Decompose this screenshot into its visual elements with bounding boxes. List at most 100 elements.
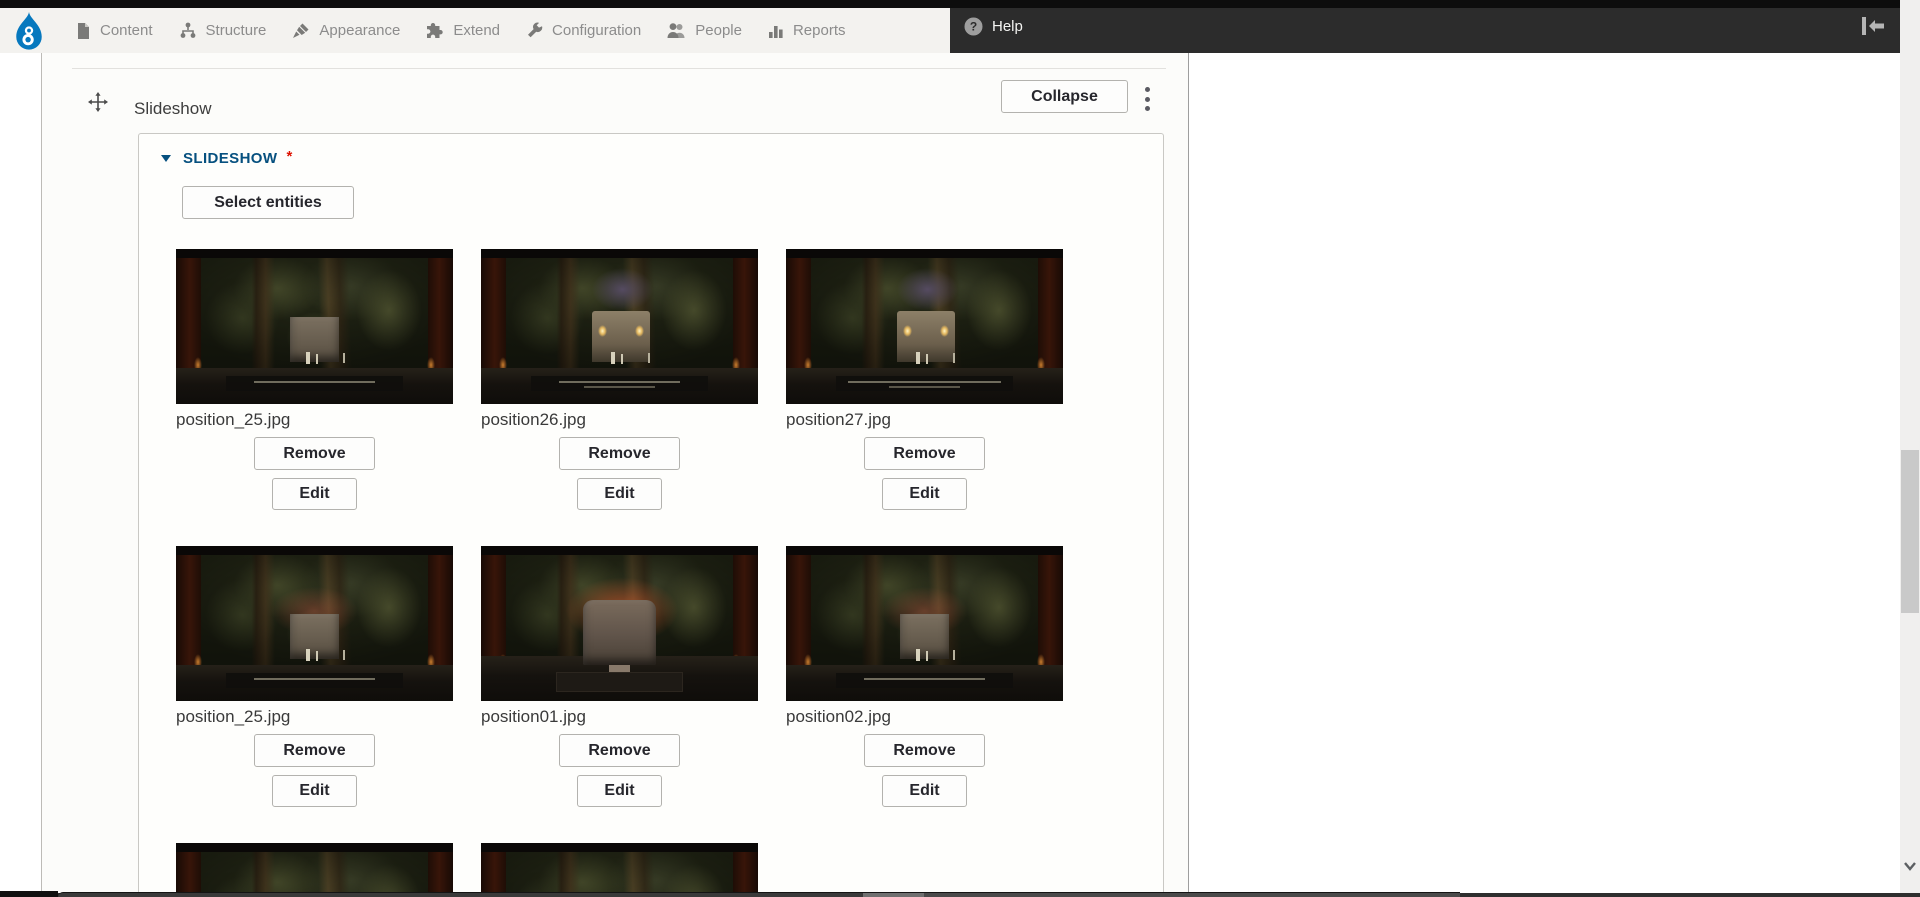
drag-handle-icon[interactable] — [88, 92, 108, 112]
toolbar-item-label: Configuration — [552, 22, 641, 39]
tile-filename: position27.jpg — [786, 410, 1063, 429]
stage-sky — [592, 268, 653, 311]
stage-panel — [556, 672, 683, 692]
subtitle-bar — [836, 376, 1013, 391]
toolbar-item-configuration[interactable]: Configuration — [513, 8, 654, 53]
toolbar-item-label: Help — [992, 18, 1023, 35]
edit-button[interactable]: Edit — [882, 478, 967, 510]
subtitle-bar — [531, 376, 708, 391]
edit-button[interactable]: Edit — [577, 478, 662, 510]
edit-button[interactable]: Edit — [882, 775, 967, 807]
toolbar-item-people[interactable]: People — [654, 8, 755, 53]
stage-backdrop — [198, 851, 431, 897]
proscenium-top — [176, 249, 453, 258]
stage-figures — [916, 649, 920, 661]
edit-button[interactable]: Edit — [272, 478, 357, 510]
tile-filename: position_25.jpg — [176, 707, 453, 726]
proscenium-top — [481, 249, 758, 258]
bottom-sheet-segment — [924, 893, 1460, 897]
slideshow-items-grid: position_25.jpg Remove Edit position26.j… — [176, 249, 1063, 897]
scrollbar-thumb[interactable] — [1901, 450, 1919, 613]
toolbar-item-label: Reports — [793, 22, 846, 39]
tile-filename: position26.jpg — [481, 410, 758, 429]
chevron-down-icon[interactable] — [1903, 858, 1917, 874]
stage-structure — [583, 600, 655, 665]
proscenium-top — [786, 546, 1063, 555]
toolbar-item-appearance[interactable]: Appearance — [279, 8, 413, 53]
toolbar-top-strip — [0, 0, 1900, 8]
vertical-scrollbar[interactable] — [1900, 0, 1920, 897]
puzzle-icon — [426, 22, 444, 39]
stage-hut — [592, 311, 650, 362]
stage-backdrop — [503, 851, 736, 897]
slide-thumbnail-image — [786, 249, 1063, 404]
stage-structure — [900, 614, 950, 659]
required-marker: * — [286, 148, 292, 165]
proscenium-top — [481, 843, 758, 852]
slideshow-item: position_25.jpg Remove Edit — [176, 249, 453, 510]
edit-button[interactable]: Edit — [577, 775, 662, 807]
slide-thumbnail-image — [786, 546, 1063, 701]
toolbar-item-reports[interactable]: Reports — [755, 8, 859, 53]
proscenium-top — [176, 546, 453, 555]
remove-button[interactable]: Remove — [864, 734, 985, 767]
slideshow-item: position27.jpg Remove Edit — [786, 249, 1063, 510]
screen: Content Structure Appearance Extend — [0, 0, 1920, 897]
page-icon — [75, 22, 91, 39]
drupal-logo-svg — [10, 11, 48, 51]
wrench-icon — [526, 22, 543, 39]
fieldset-legend: SLIDESHOW * — [161, 150, 292, 167]
tile-filename: position_25.jpg — [176, 410, 453, 429]
stage-figures — [306, 352, 310, 364]
stage-sky — [897, 268, 958, 311]
bottom-edge-cap — [0, 891, 58, 897]
subtitle-bar — [226, 673, 403, 688]
bar-chart-icon — [768, 22, 784, 39]
slide-thumbnail-image — [481, 843, 758, 897]
toolbar-item-label: Content — [100, 22, 153, 39]
slide-thumbnail-image — [176, 249, 453, 404]
admin-toolbar: Content Structure Appearance Extend — [0, 0, 1900, 53]
svg-text:?: ? — [970, 20, 977, 34]
section-divider — [72, 68, 1166, 69]
question-circle-icon: ? — [964, 17, 983, 36]
bottom-sheet-segment — [863, 893, 924, 897]
proscenium-top — [481, 546, 758, 555]
slideshow-item: position_25.jpg Remove Edit — [176, 546, 453, 807]
toolbar-item-label: Structure — [206, 22, 267, 39]
remove-button[interactable]: Remove — [254, 437, 375, 470]
panel-title: Slideshow — [134, 99, 212, 119]
toolbar-menu: Content Structure Appearance Extend — [0, 8, 950, 53]
remove-button[interactable]: Remove — [559, 734, 680, 767]
toolbar-item-extend[interactable]: Extend — [413, 8, 513, 53]
remove-button[interactable]: Remove — [864, 437, 985, 470]
kebab-menu-icon[interactable] — [1142, 87, 1152, 111]
slideshow-item: position26.jpg Remove Edit — [481, 249, 758, 510]
sitemap-icon — [179, 22, 197, 39]
toolbar-item-help[interactable]: ? Help — [950, 4, 1037, 49]
collapse-button[interactable]: Collapse — [1001, 80, 1128, 113]
remove-button[interactable]: Remove — [559, 437, 680, 470]
slide-thumbnail-image — [481, 546, 758, 701]
slideshow-item: position02.jpg Remove Edit — [786, 546, 1063, 807]
toolbar-item-content[interactable]: Content — [62, 8, 166, 53]
toolbar-item-label: Appearance — [319, 22, 400, 39]
proscenium-top — [176, 843, 453, 852]
tile-filename: position01.jpg — [481, 707, 758, 726]
slide-thumbnail-image — [176, 546, 453, 701]
subtitle-bar — [226, 376, 403, 391]
proscenium-top — [786, 249, 1063, 258]
select-entities-button[interactable]: Select entities — [182, 186, 354, 219]
content-region: Slideshow Collapse SLIDESHOW * Select en… — [41, 53, 1189, 893]
remove-button[interactable]: Remove — [254, 734, 375, 767]
drupal-logo-icon[interactable] — [10, 11, 48, 51]
collapse-tray-icon[interactable] — [1860, 15, 1886, 37]
people-icon — [667, 22, 686, 39]
edit-button[interactable]: Edit — [272, 775, 357, 807]
stage-structure — [290, 614, 340, 659]
collapse-arrow-icon[interactable] — [161, 155, 171, 162]
slideshow-item: Remove Edit — [481, 843, 758, 897]
slideshow-item: position01.jpg Remove Edit — [481, 546, 758, 807]
toolbar-item-structure[interactable]: Structure — [166, 8, 280, 53]
paintbrush-icon — [292, 22, 310, 39]
